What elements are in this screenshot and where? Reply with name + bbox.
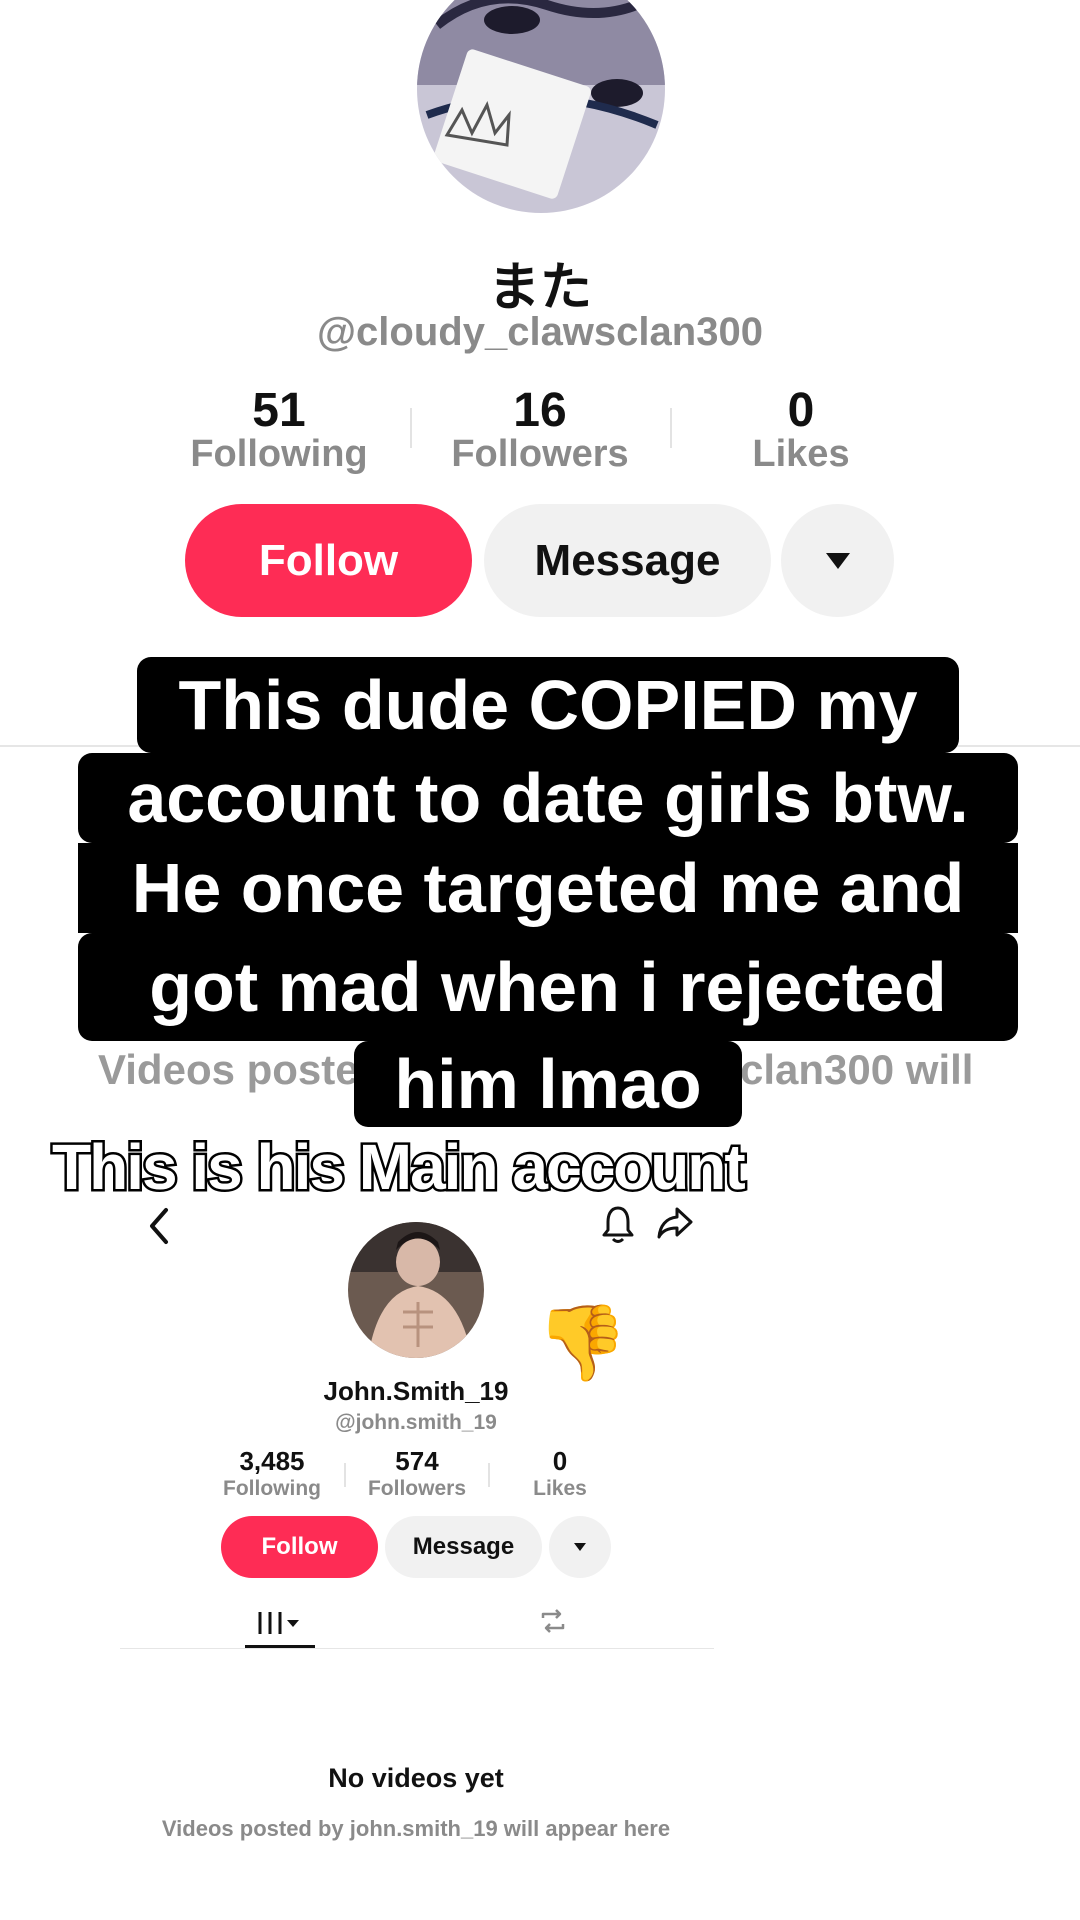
thumbs-down-emoji: 👎 xyxy=(536,1300,629,1386)
embedded-message-button[interactable]: Message xyxy=(385,1516,542,1578)
more-options-button[interactable] xyxy=(781,504,894,617)
stat-divider xyxy=(344,1463,346,1487)
embedded-followers-label[interactable]: Followers xyxy=(347,1477,487,1501)
stat-divider xyxy=(670,408,672,448)
following-count[interactable]: 51 xyxy=(159,383,399,438)
following-label[interactable]: Following xyxy=(159,433,399,476)
embedded-likes-count: 0 xyxy=(552,1446,568,1476)
empty-state-subtitle: Videos posted by john.smith_19 will appe… xyxy=(161,1816,671,1841)
embedded-likes-label: Likes xyxy=(533,1477,587,1500)
message-button[interactable]: Message xyxy=(484,504,771,617)
likes-label: Likes xyxy=(752,433,850,475)
dropdown-icon xyxy=(574,1543,586,1551)
profile-avatar[interactable] xyxy=(417,0,665,213)
caption-line-1: This dude COPIED my xyxy=(137,657,959,753)
embedded-followers-count[interactable]: 574 xyxy=(347,1446,487,1477)
videos-grid-tab[interactable] xyxy=(245,1604,315,1644)
caption-line-3: He once targeted me and xyxy=(78,843,1018,933)
dropdown-icon xyxy=(825,552,850,569)
follow-button[interactable]: Follow xyxy=(185,504,472,617)
caption-line-4: got mad when i rejected xyxy=(78,933,1018,1041)
embedded-display-name: John.Smith_19 xyxy=(323,1376,509,1406)
embedded-following-count[interactable]: 3,485 xyxy=(202,1446,342,1477)
videos-posted-text: Videos poste xyxy=(98,1046,359,1093)
embedded-profile-avatar[interactable] xyxy=(348,1222,484,1358)
followers-count[interactable]: 16 xyxy=(420,383,660,438)
embedded-handle: @john.smith_19 xyxy=(335,1411,497,1434)
videos-posted-text-end: clan300 will xyxy=(740,1046,974,1093)
stat-divider xyxy=(410,408,412,448)
profile-display-name: また xyxy=(487,258,592,318)
embedded-follow-button[interactable]: Follow xyxy=(221,1516,378,1578)
followers-label[interactable]: Followers xyxy=(420,433,660,476)
tab-divider xyxy=(120,1648,714,1649)
secondary-caption: This is his Main account xyxy=(50,1129,749,1206)
profile-handle: @cloudy_clawsclan300 xyxy=(317,310,763,354)
caption-line-5: him lmao xyxy=(354,1041,742,1127)
caption-line-2: account to date girls btw. xyxy=(78,753,1018,843)
empty-state-title: No videos yet xyxy=(328,1763,504,1793)
share-icon[interactable] xyxy=(656,1206,694,1240)
likes-count: 0 xyxy=(787,384,815,437)
embedded-following-label[interactable]: Following xyxy=(202,1477,342,1501)
embedded-more-options-button[interactable] xyxy=(549,1516,611,1578)
bell-icon[interactable] xyxy=(601,1204,635,1244)
repost-icon[interactable] xyxy=(538,1606,568,1636)
back-icon[interactable] xyxy=(146,1206,170,1246)
